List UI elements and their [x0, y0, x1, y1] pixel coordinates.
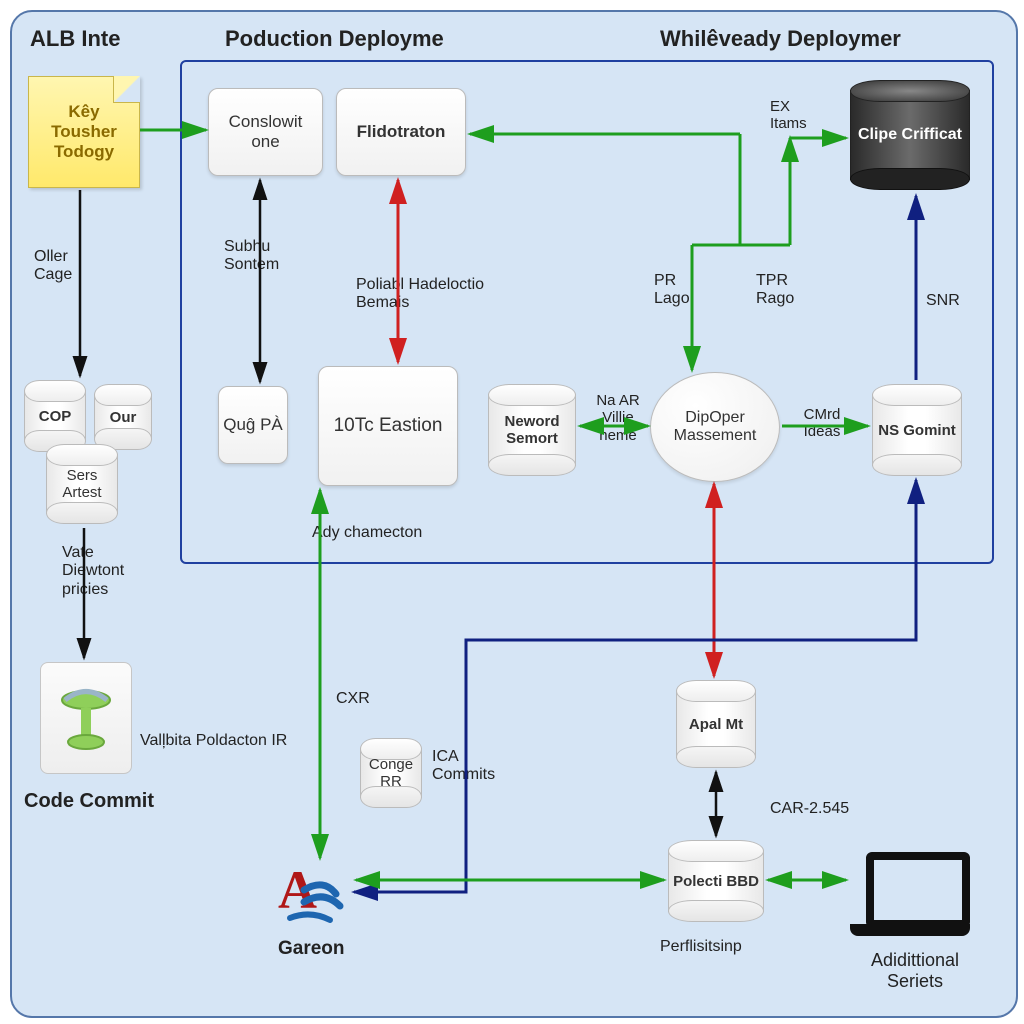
sticky-note: Kêy Tousher Todogy [28, 76, 140, 188]
cylinder-conge-label: Conge RR [360, 738, 422, 808]
cylinder-our: Our [94, 384, 152, 450]
label-car: CAR-2.545 [770, 800, 849, 818]
circle-dipoper: DipOper Massement [650, 372, 780, 482]
cylinder-clipe: Clipe Crifficat [850, 80, 970, 190]
label-poliabl: Poliabl Hadeloctio Bemais [356, 276, 526, 313]
cylinder-sets-label: Sers Artest [46, 444, 118, 524]
cylinder-apal: Apal Mt [676, 680, 756, 768]
cylinder-cop-label: COP [24, 380, 86, 452]
title-alb: ALB Inte [30, 26, 120, 51]
label-valpol: Valļbita Poldacton IR [140, 732, 287, 750]
code-commit-icon [40, 662, 132, 774]
box-conslowit: Conslowit one [208, 88, 323, 176]
label-na: Na AR Villie heme [590, 392, 646, 444]
cylinder-neword: Neword Semort [488, 384, 576, 476]
label-ex: EX Itams [770, 98, 820, 133]
note-line3: Todogy [54, 142, 114, 162]
cylinder-neword-label: Neword Semort [488, 384, 576, 476]
note-line2: Tousher [51, 122, 117, 142]
title-production: Poduction Deployme [225, 26, 444, 51]
label-vate: Vate Diewtont pricies [62, 544, 152, 599]
label-cxr: CXR [336, 690, 370, 708]
box-eastion: 10Tc Eastion [318, 366, 458, 486]
label-perf: Perflisitsinp [660, 938, 742, 956]
cylinder-sets: Sers Artest [46, 444, 118, 524]
cylinder-our-label: Our [94, 384, 152, 450]
title-whileveady: Whilêveady Deploymer [660, 26, 901, 51]
note-line1: Kêy [68, 102, 99, 122]
label-pr: PR Lago [654, 272, 704, 309]
label-ica: ICA Commits [432, 748, 522, 785]
label-code-commit: Code Commit [24, 790, 154, 813]
sticky-note-text: Kêy Tousher Todogy [29, 77, 139, 187]
label-cmd: CMrd Ideas [794, 406, 850, 441]
cylinder-conge: Conge RR [360, 738, 422, 808]
label-additional: Adidittional Seriets [850, 950, 980, 991]
cylinder-clipe-label: Clipe Crifficat [850, 80, 970, 190]
label-tpr: TPR Rago [756, 272, 806, 309]
box-flidotration: Flidotraton [336, 88, 466, 176]
cylinder-polecti-label: Polecti BBD [668, 840, 764, 922]
label-snr: SNR [926, 292, 960, 310]
cylinder-polecti: Polecti BBD [668, 840, 764, 922]
cylinder-ns-label: NS Gomint [872, 384, 962, 476]
cylinder-ns: NS Gomint [872, 384, 962, 476]
cylinder-apal-label: Apal Mt [676, 680, 756, 768]
laptop-icon [850, 852, 970, 942]
label-gareon: Gareon [278, 938, 345, 960]
gareon-logo-icon: A [270, 860, 350, 930]
label-subhu: Subhu Sontem [224, 238, 304, 275]
diagram-canvas: ALB Inte Poduction Deployme Whilêveady D… [0, 0, 1024, 1024]
label-oller: Oller Cage [34, 248, 94, 285]
box-qug: Quĝ PÀ [218, 386, 288, 464]
label-ady: Ady chamecton [312, 524, 422, 542]
cylinder-cop: COP [24, 380, 86, 452]
